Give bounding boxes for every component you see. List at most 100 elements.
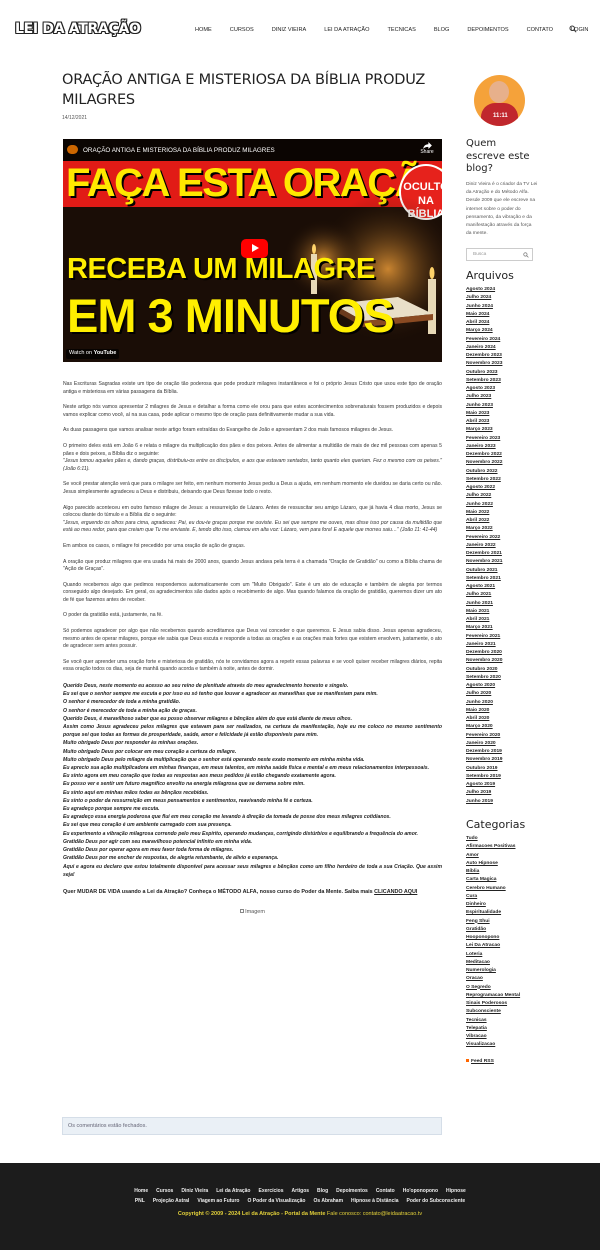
footer-link[interactable]: Contato	[372, 1187, 399, 1195]
archive-link[interactable]: Julho 2022	[466, 492, 536, 500]
archive-link[interactable]: Agosto 2023	[466, 385, 536, 393]
archive-link[interactable]: Outubro 2020	[466, 666, 536, 674]
category-link[interactable]: Loteria	[466, 951, 538, 959]
archive-link[interactable]: Setembro 2021	[466, 575, 536, 583]
footer-link[interactable]: Ho'oponopono	[399, 1187, 442, 1195]
archive-link[interactable]: Maio 2024	[466, 311, 536, 319]
archive-link[interactable]: Julho 2019	[466, 789, 536, 797]
archive-link[interactable]: Abril 2022	[466, 517, 536, 525]
category-link[interactable]: Gratidão	[466, 926, 538, 934]
archive-link[interactable]: Setembro 2020	[466, 674, 536, 682]
archive-link[interactable]: Janeiro 2021	[466, 641, 536, 649]
feed-rss-link[interactable]: Feed RSS	[466, 1058, 494, 1065]
archive-link[interactable]: Fevereiro 2024	[466, 336, 536, 344]
watch-on-youtube[interactable]: Watch on YouTube	[63, 344, 442, 362]
nav-item-cursos[interactable]: CURSOS	[221, 26, 263, 34]
category-link[interactable]: O Segredo	[466, 984, 538, 992]
category-link[interactable]: Tecnicas	[466, 1017, 538, 1025]
archive-link[interactable]: Fevereiro 2023	[466, 435, 536, 443]
archive-link[interactable]: Junho 2019	[466, 798, 536, 806]
archive-link[interactable]: Novembro 2021	[466, 558, 536, 566]
archive-link[interactable]: Novembro 2019	[466, 756, 536, 764]
archive-link[interactable]: Outubro 2021	[466, 567, 536, 575]
archive-link[interactable]: Maio 2023	[466, 410, 536, 418]
cta-link[interactable]: CLICANDO AQUI	[374, 889, 417, 895]
category-link[interactable]: Espiritualidade	[466, 909, 538, 917]
archive-link[interactable]: Outubro 2023	[466, 369, 536, 377]
archive-link[interactable]: Abril 2021	[466, 616, 536, 624]
footer-link[interactable]: Os Abraham	[309, 1197, 347, 1205]
category-link[interactable]: Tudo	[466, 835, 538, 843]
footer-link[interactable]: PNL	[131, 1197, 149, 1205]
archive-link[interactable]: Junho 2022	[466, 501, 536, 509]
archive-link[interactable]: Fevereiro 2020	[466, 732, 536, 740]
nav-item-home[interactable]: Home	[186, 26, 221, 34]
archive-link[interactable]: Dezembro 2019	[466, 748, 536, 756]
archive-link[interactable]: Agosto 2024	[466, 286, 536, 294]
category-link[interactable]: Oracao	[466, 975, 538, 983]
category-link[interactable]: Cura	[466, 893, 538, 901]
search-field[interactable]: Busca	[466, 248, 533, 261]
archive-link[interactable]: Fevereiro 2022	[466, 534, 536, 542]
archive-link[interactable]: Março 2022	[466, 525, 536, 533]
nav-item-depoimentos[interactable]: DEPOIMENTOS	[458, 26, 517, 34]
nav-item-contato[interactable]: CONTATO	[518, 26, 562, 34]
footer-link[interactable]: Cursos	[152, 1187, 177, 1195]
category-link[interactable]: Sinais Poderosos	[466, 1000, 538, 1008]
category-link[interactable]: Telepatia	[466, 1025, 538, 1033]
archive-link[interactable]: Setembro 2019	[466, 773, 536, 781]
archive-link[interactable]: Dezembro 2023	[466, 352, 536, 360]
archive-link[interactable]: Maio 2022	[466, 509, 536, 517]
search-icon[interactable]	[523, 252, 529, 258]
archive-link[interactable]: Agosto 2019	[466, 781, 536, 789]
footer-link[interactable]: Exercícios	[255, 1187, 288, 1195]
archive-link[interactable]: Fevereiro 2021	[466, 633, 536, 641]
category-link[interactable]: Dinheiro	[466, 901, 538, 909]
archive-link[interactable]: Abril 2020	[466, 715, 536, 723]
footer-link[interactable]: Home	[130, 1187, 152, 1195]
category-link[interactable]: Subconsciente	[466, 1008, 538, 1016]
footer-link[interactable]: Blog	[313, 1187, 332, 1195]
nav-item-tecnicas[interactable]: TECNICAS	[379, 26, 425, 34]
archive-link[interactable]: Julho 2024	[466, 294, 536, 302]
footer-link[interactable]: O Poder da Visualização	[243, 1197, 309, 1205]
archive-link[interactable]: Dezembro 2020	[466, 649, 536, 657]
category-link[interactable]: Amor	[466, 852, 538, 860]
footer-link[interactable]: Lei da Atração	[212, 1187, 254, 1195]
archive-link[interactable]: Junho 2021	[466, 600, 536, 608]
video-embed[interactable]: FAÇA ESTA ORAÇÃO ORAÇÃO ANTIGA E MISTERI…	[63, 139, 442, 362]
archive-link[interactable]: Junho 2023	[466, 402, 536, 410]
footer-link[interactable]: Projeção Astral	[149, 1197, 194, 1205]
archive-link[interactable]: Outubro 2019	[466, 765, 536, 773]
archive-link[interactable]: Junho 2020	[466, 699, 536, 707]
footer-link[interactable]: Hipnose à Distância	[347, 1197, 403, 1205]
category-link[interactable]: Carta Magica	[466, 876, 538, 884]
footer-link[interactable]: Artigos	[288, 1187, 314, 1195]
archive-link[interactable]: Novembro 2020	[466, 657, 536, 665]
archive-link[interactable]: Abril 2024	[466, 319, 536, 327]
archive-link[interactable]: Agosto 2020	[466, 682, 536, 690]
archive-link[interactable]: Maio 2020	[466, 707, 536, 715]
footer-link[interactable]: Poder do Subconsciente	[403, 1197, 470, 1205]
category-link[interactable]: Auto Hipnose	[466, 860, 538, 868]
archive-link[interactable]: Dezembro 2022	[466, 451, 536, 459]
nav-item-blog[interactable]: BLOG	[425, 26, 459, 34]
category-link[interactable]: Lei Da Atracao	[466, 942, 538, 950]
nav-item-login[interactable]: LOGIN	[562, 26, 597, 34]
category-link[interactable]: Vibracao	[466, 1033, 538, 1041]
category-link[interactable]: Reprogramacao Mental	[466, 992, 538, 1000]
category-link[interactable]: Cerebro Humano	[466, 885, 538, 893]
archive-link[interactable]: Março 2023	[466, 426, 536, 434]
archive-link[interactable]: Março 2024	[466, 327, 536, 335]
archive-link[interactable]: Setembro 2022	[466, 476, 536, 484]
category-link[interactable]: Hooponopono	[466, 934, 538, 942]
archive-link[interactable]: Agosto 2021	[466, 583, 536, 591]
archive-link[interactable]: Março 2021	[466, 624, 536, 632]
footer-link[interactable]: Diniz Vieira	[177, 1187, 212, 1195]
archive-link[interactable]: Novembro 2023	[466, 360, 536, 368]
archive-link[interactable]: Julho 2023	[466, 393, 536, 401]
site-logo[interactable]: LEI DA ATRAÇÃO	[15, 19, 141, 39]
category-link[interactable]: Feng Shui	[466, 918, 538, 926]
archive-link[interactable]: Abril 2023	[466, 418, 536, 426]
footer-link[interactable]: Viagem ao Futuro	[193, 1197, 243, 1205]
